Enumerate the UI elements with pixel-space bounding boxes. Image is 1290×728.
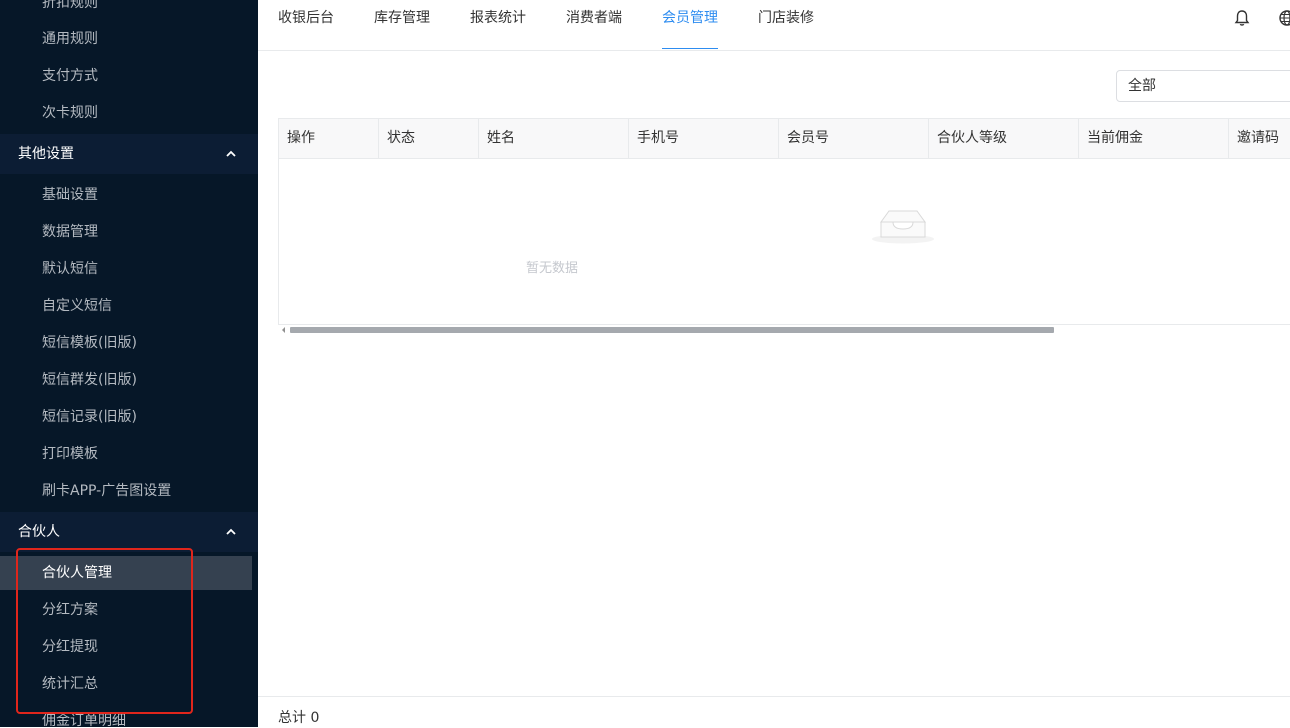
- sidebar-item-app-banner-settings[interactable]: 刷卡APP-广告图设置: [0, 474, 252, 508]
- empty-state: 暂无数据: [279, 159, 1289, 325]
- sidebar-group-label: 其他设置: [18, 146, 74, 162]
- sidebar-item-label: 短信记录(旧版): [42, 409, 137, 425]
- sidebar-item-general-rules[interactable]: 通用规则: [0, 22, 252, 56]
- sidebar-item-label: 短信群发(旧版): [42, 372, 137, 388]
- sidebar-item-statistics-summary[interactable]: 统计汇总: [0, 667, 252, 701]
- sidebar-group-partner[interactable]: 合伙人: [0, 512, 258, 552]
- column-header-status: 状态: [379, 119, 479, 158]
- sidebar-item-label: 刷卡APP-广告图设置: [42, 483, 172, 499]
- sidebar-item-label: 分红提现: [42, 639, 98, 655]
- sidebar-item-label: 折扣规则: [42, 0, 98, 11]
- partner-table: 操作 状态 姓名 手机号 会员号 合伙人等级 当前佣金 邀请码 暂无数据: [278, 118, 1290, 325]
- sidebar-item-label: 分红方案: [42, 602, 98, 618]
- sidebar-item-label: 数据管理: [42, 224, 98, 240]
- sidebar-item-sms-template-legacy[interactable]: 短信模板(旧版): [0, 326, 252, 360]
- sidebar-item-label: 次卡规则: [42, 105, 98, 121]
- scroll-left-arrow-icon[interactable]: [282, 327, 285, 333]
- column-header-name: 姓名: [479, 119, 629, 158]
- sidebar-item-label: 基础设置: [42, 187, 98, 203]
- scrollbar-thumb[interactable]: [290, 327, 1054, 333]
- sidebar-item-label: 短信模板(旧版): [42, 335, 137, 351]
- sidebar-group-other-settings[interactable]: 其他设置: [0, 134, 258, 174]
- sidebar-item-data-management[interactable]: 数据管理: [0, 215, 252, 249]
- chevron-up-icon: [226, 512, 236, 552]
- top-navigation: 收银后台 库存管理 报表统计 消费者端 会员管理 门店装修: [258, 0, 1290, 51]
- sidebar-item-commission-orders[interactable]: 佣金订单明细: [0, 704, 252, 727]
- sidebar-item-dividend-plan[interactable]: 分红方案: [0, 593, 252, 627]
- sidebar-item-sms-bulk-legacy[interactable]: 短信群发(旧版): [0, 363, 252, 397]
- sidebar-item-label: 自定义短信: [42, 298, 112, 314]
- tab-consumer[interactable]: 消费者端: [566, 0, 622, 49]
- sidebar-item-label: 通用规则: [42, 31, 98, 47]
- sidebar-item-basic-settings[interactable]: 基础设置: [0, 178, 252, 212]
- sidebar: 折扣规则 通用规则 支付方式 次卡规则 其他设置 基础设置 数据管理 默认短信 …: [0, 0, 258, 727]
- tab-reports[interactable]: 报表统计: [470, 0, 526, 49]
- sidebar-item-label: 统计汇总: [42, 676, 98, 692]
- table-header: 操作 状态 姓名 手机号 会员号 合伙人等级 当前佣金 邀请码: [279, 119, 1290, 159]
- sidebar-item-label: 合伙人管理: [42, 565, 112, 581]
- status-filter-select[interactable]: 全部: [1116, 70, 1290, 102]
- sidebar-item-partner-management[interactable]: 合伙人管理: [0, 556, 252, 590]
- sidebar-item-card-rules[interactable]: 次卡规则: [0, 96, 252, 130]
- column-header-phone: 手机号: [629, 119, 779, 158]
- tab-cashier-backend[interactable]: 收银后台: [278, 0, 334, 49]
- column-header-member-no: 会员号: [779, 119, 929, 158]
- table-footer: 总计 0: [258, 696, 1290, 728]
- sidebar-group-label: 合伙人: [18, 524, 60, 540]
- sidebar-item-label: 打印模板: [42, 446, 98, 462]
- tab-member-management[interactable]: 会员管理: [662, 0, 718, 49]
- empty-state-text: 暂无数据: [525, 261, 578, 276]
- tab-store-decoration[interactable]: 门店装修: [758, 0, 814, 49]
- sidebar-item-payment-methods[interactable]: 支付方式: [0, 59, 252, 93]
- column-header-invite-code: 邀请码: [1229, 119, 1290, 158]
- sidebar-item-label: 佣金订单明细: [42, 713, 126, 727]
- sidebar-item-custom-sms[interactable]: 自定义短信: [0, 289, 252, 323]
- sidebar-item-dividend-withdraw[interactable]: 分红提现: [0, 630, 252, 664]
- table-horizontal-scrollbar[interactable]: [280, 326, 1290, 334]
- sidebar-item-print-template[interactable]: 打印模板: [0, 437, 252, 471]
- column-header-partner-level: 合伙人等级: [929, 119, 1079, 158]
- globe-icon[interactable]: [1278, 9, 1290, 27]
- tab-inventory[interactable]: 库存管理: [374, 0, 430, 49]
- total-count: 总计 0: [278, 710, 320, 726]
- column-header-actions: 操作: [279, 119, 379, 158]
- sidebar-item-sms-records-legacy[interactable]: 短信记录(旧版): [0, 400, 252, 434]
- empty-inbox-icon: [870, 202, 936, 250]
- chevron-up-icon: [226, 134, 236, 174]
- column-header-current-commission: 当前佣金: [1079, 119, 1229, 158]
- bell-icon[interactable]: [1233, 9, 1251, 27]
- sidebar-item-label: 支付方式: [42, 68, 98, 84]
- sidebar-item-discount-rules[interactable]: 折扣规则: [0, 0, 252, 20]
